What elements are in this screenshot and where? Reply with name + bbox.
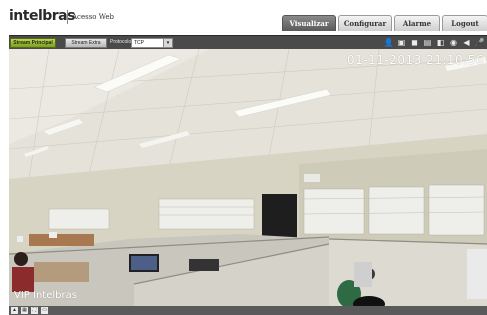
protocol-value: TCP	[134, 40, 144, 46]
camera-icon[interactable]: ▣	[396, 37, 407, 48]
tab-alarme[interactable]: Alarme	[394, 15, 440, 31]
tab-configurar[interactable]: Configurar	[338, 15, 392, 31]
video-view[interactable]: Câmera 01-11-2013 21:10:56 VIP Intelbras	[9, 49, 487, 306]
grid-icon[interactable]: ▦	[21, 307, 28, 314]
timestamp-overlay: 01-11-2013 21:10:56	[347, 53, 484, 67]
record-icon[interactable]: ◼	[409, 37, 420, 48]
app-subtitle: Acesso Web	[72, 13, 114, 21]
snapshot-icon[interactable]: ▤	[422, 37, 433, 48]
ratio-icon[interactable]: ▭	[41, 307, 48, 314]
fit-icon[interactable]: ▲	[11, 307, 18, 314]
extra-stream-button[interactable]: Stream Extra	[65, 38, 107, 48]
protocol-label: Protocolo	[110, 39, 132, 45]
microphone-icon[interactable]: 🎤	[474, 37, 485, 48]
channel-label: Câmera	[12, 51, 30, 57]
header: intelbras Acesso Web Visualizar Configur…	[0, 0, 487, 34]
protocol-select[interactable]: TCP ▾	[131, 38, 173, 48]
toolbar-icons: 👤 ▣ ◼ ▤ ◧ ◉ ◀ 🎤	[381, 37, 485, 48]
tab-visualizar[interactable]: Visualizar	[282, 15, 336, 31]
brand-divider	[67, 10, 68, 24]
camera-name-overlay: VIP Intelbras	[14, 290, 77, 301]
brand-logo: intelbras	[9, 8, 75, 24]
video-toolbar: Stream Principal Stream Extra Protocolo …	[9, 35, 487, 49]
camera-feed-image	[9, 49, 487, 306]
user-icon[interactable]: 👤	[383, 37, 394, 48]
video-icon[interactable]: ◧	[435, 37, 446, 48]
fullscreen-icon[interactable]: ⛶	[31, 307, 38, 314]
audio-icon[interactable]: ◀	[461, 37, 472, 48]
chevron-down-icon: ▾	[163, 39, 172, 47]
main-tabs: Visualizar Configurar Alarme Logout	[282, 15, 487, 31]
settings-icon[interactable]: ◉	[448, 37, 459, 48]
main-stream-button[interactable]: Stream Principal	[10, 38, 56, 48]
tab-logout[interactable]: Logout	[442, 15, 487, 31]
bottom-toolbar: ▲ ▦ ⛶ ▭	[9, 306, 487, 315]
